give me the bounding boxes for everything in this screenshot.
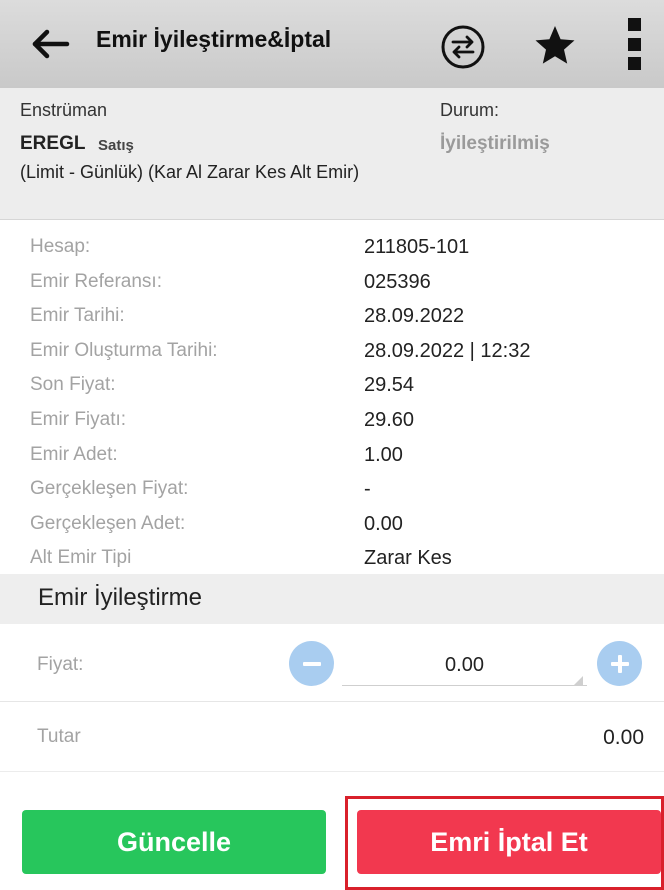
detail-value: 211805-101 bbox=[364, 236, 470, 258]
swap-circle-icon bbox=[441, 25, 485, 69]
detail-value: Zarar Kes bbox=[364, 547, 452, 570]
detail-row: Gerçekleşen Fiyat: - bbox=[0, 476, 664, 511]
instrument-label: Enstrüman bbox=[20, 100, 108, 120]
price-row: Fiyat: bbox=[0, 632, 664, 702]
more-dot bbox=[627, 18, 641, 31]
star-icon bbox=[535, 26, 575, 64]
resize-corner-icon bbox=[573, 676, 583, 686]
detail-key: Emir Referansı: bbox=[30, 270, 162, 292]
status-value: İyileştirilmiş bbox=[440, 133, 550, 154]
detail-key: Gerçekleşen Adet: bbox=[30, 512, 186, 534]
detail-row: Hesap: 211805-101 bbox=[0, 234, 664, 269]
order-summary: Enstrüman EREGL Satış (Limit - Günlük) (… bbox=[0, 88, 664, 220]
price-input[interactable] bbox=[342, 646, 587, 686]
detail-key: Hesap: bbox=[30, 236, 91, 257]
detail-row: Emir Adet: 1.00 bbox=[0, 442, 664, 477]
detail-key: Emir Fiyatı: bbox=[30, 408, 127, 430]
detail-key: Alt Emir Tipi bbox=[30, 547, 132, 569]
plus-icon-v bbox=[617, 654, 622, 673]
minus-icon bbox=[302, 661, 321, 666]
total-row: Tutar 0.00 bbox=[0, 702, 664, 772]
detail-row: Emir Referansı: 025396 bbox=[0, 269, 664, 304]
page-title: Emir İyileştirme&İptal bbox=[96, 26, 332, 52]
detail-value: 1.00 bbox=[364, 443, 403, 466]
more-dot bbox=[627, 37, 641, 51]
detail-row: Emir Fiyatı: 29.60 bbox=[0, 407, 664, 442]
total-label: Tutar bbox=[37, 726, 81, 747]
detail-value: 28.09.2022 bbox=[364, 305, 465, 328]
improve-section-header: Emir İyileştirme bbox=[0, 574, 664, 624]
section-title: Emir İyileştirme bbox=[38, 584, 203, 611]
decrease-price-button[interactable] bbox=[289, 641, 334, 686]
total-value: 0.00 bbox=[603, 726, 644, 749]
detail-row: Gerçekleşen Adet: 0.00 bbox=[0, 511, 664, 546]
favorite-button[interactable] bbox=[531, 22, 579, 70]
app-header: Emir İyileştirme&İptal bbox=[0, 0, 664, 88]
order-description: (Limit - Günlük) (Kar Al Zarar Kes Alt E… bbox=[20, 162, 360, 182]
swap-button[interactable] bbox=[440, 24, 486, 70]
detail-row: Emir Tarihi: 28.09.2022 bbox=[0, 303, 664, 338]
increase-price-button[interactable] bbox=[597, 641, 642, 686]
order-details: Hesap: 211805-101 Emir Referansı: 025396 E… bbox=[0, 234, 664, 580]
back-button[interactable] bbox=[30, 24, 72, 64]
cancel-order-button[interactable]: Emri İptal Et bbox=[357, 810, 661, 874]
arrow-left-icon bbox=[32, 29, 70, 59]
more-vertical-icon[interactable] bbox=[626, 18, 642, 70]
detail-row: Emir Oluşturma Tarihi: 28.09.2022 | 12:32 bbox=[0, 338, 664, 373]
detail-value: 025396 bbox=[364, 270, 431, 293]
detail-value: - bbox=[364, 478, 371, 501]
instrument-code: EREGL bbox=[20, 133, 86, 154]
price-label: Fiyat: bbox=[37, 654, 84, 675]
detail-value: 0.00 bbox=[364, 512, 403, 535]
detail-row: Son Fiyat: 29.54 bbox=[0, 372, 664, 407]
status-label: Durum: bbox=[440, 100, 500, 120]
detail-key: Emir Oluşturma Tarihi: bbox=[30, 339, 218, 361]
detail-value: 28.09.2022 | 12:32 bbox=[364, 339, 531, 362]
order-side: Satış bbox=[98, 137, 134, 154]
update-button[interactable]: Güncelle bbox=[22, 810, 326, 874]
detail-key: Gerçekleşen Fiyat: bbox=[30, 478, 189, 500]
detail-value: 29.54 bbox=[364, 374, 415, 397]
detail-key: Son Fiyat: bbox=[30, 374, 116, 396]
detail-key: Emir Adet: bbox=[30, 443, 118, 465]
detail-value: 29.60 bbox=[364, 408, 415, 431]
detail-key: Emir Tarihi: bbox=[30, 305, 125, 327]
more-dot bbox=[627, 57, 641, 70]
